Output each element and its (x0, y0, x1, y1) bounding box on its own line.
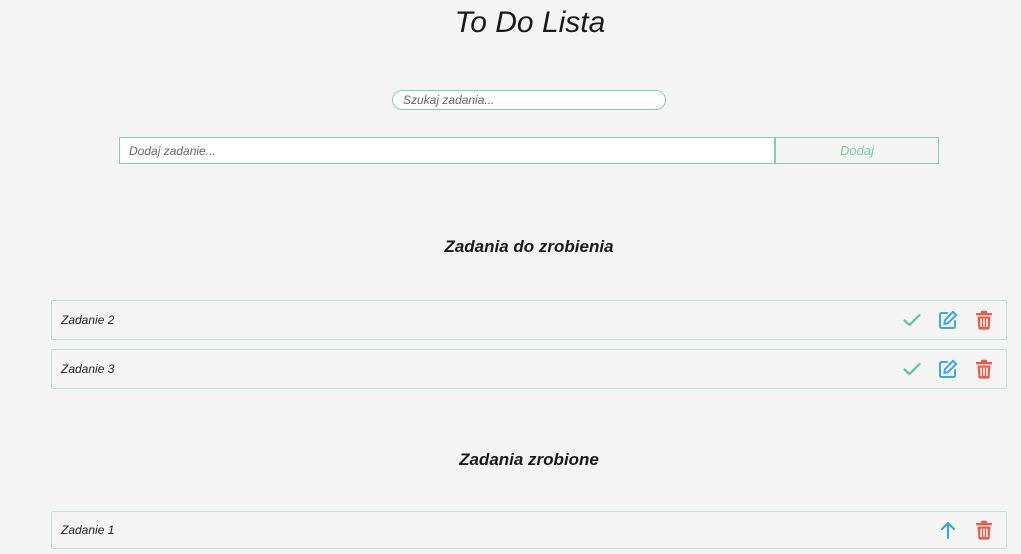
trash-icon[interactable] (972, 308, 996, 332)
add-task-button[interactable]: Dodaj (775, 137, 939, 164)
done-section-title: Zadania zrobione (459, 450, 599, 469)
done-task-item: Zadanie 1 (51, 511, 1007, 549)
task-label: Zadanie 3 (61, 362, 115, 376)
edit-icon[interactable] (936, 357, 960, 381)
task-actions (900, 308, 996, 332)
page-title: To Do Lista (454, 6, 606, 39)
task-label: Zadanie 2 (61, 313, 115, 327)
todo-task-item: Zadanie 2 (51, 300, 1007, 340)
trash-icon[interactable] (972, 518, 996, 542)
edit-icon[interactable] (936, 308, 960, 332)
arrow-up-icon[interactable] (936, 518, 960, 542)
todo-task-item: Zadanie 3 (51, 349, 1007, 389)
task-actions (900, 357, 996, 381)
check-icon[interactable] (900, 308, 924, 332)
trash-icon[interactable] (972, 357, 996, 381)
add-task-input[interactable] (119, 137, 775, 164)
todo-app: To Do Lista Dodaj Zadania do zrobienia Z… (0, 0, 1021, 554)
search-input[interactable] (392, 90, 666, 110)
todo-section-title: Zadania do zrobienia (444, 237, 614, 256)
task-label: Zadanie 1 (61, 523, 115, 537)
check-icon[interactable] (900, 357, 924, 381)
task-actions (936, 518, 996, 542)
